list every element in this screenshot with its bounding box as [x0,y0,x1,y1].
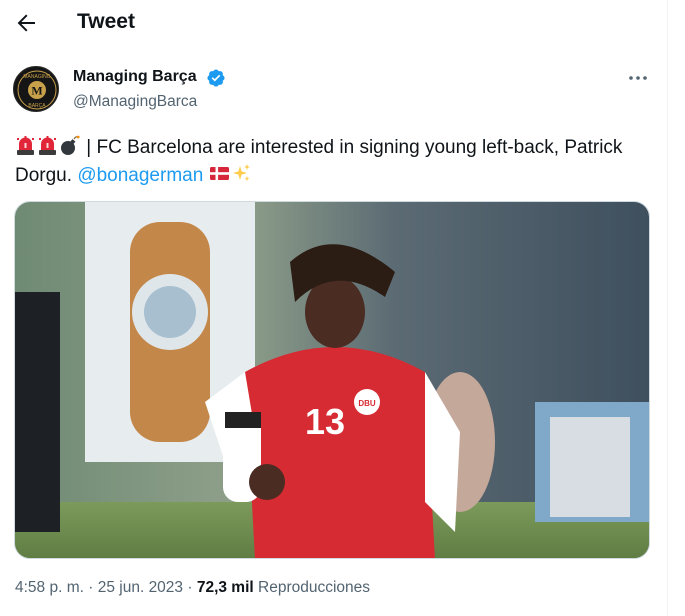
managing-barca-logo-icon: M MANAGING BARÇA [17,70,57,110]
svg-text:DBU: DBU [358,399,376,408]
svg-text:MANAGING: MANAGING [23,74,50,80]
sparkles-icon [232,164,250,182]
page-header: Tweet [0,0,668,46]
column-divider [667,0,668,616]
author-display-name[interactable]: Managing Barça [73,68,197,86]
bomb-icon [61,135,80,155]
tweet-text: | FC Barcelona are interested in signing… [15,134,655,190]
tweet-media-photo[interactable]: 13 DBU [14,201,650,559]
player-photo: 13 DBU [15,202,649,558]
avatar[interactable]: M MANAGING BARÇA [13,66,59,112]
mention-link[interactable]: @bonagerman [77,165,203,186]
tweet-date[interactable]: 25 jun. 2023 [98,579,183,596]
views-label: Reproducciones [258,579,371,596]
views-count: 72,3 mil [196,579,254,596]
verified-badge-icon [207,69,225,87]
svg-text:M: M [31,84,42,98]
page-title: Tweet [77,10,135,33]
denmark-flag-icon [209,167,229,180]
svg-text:BARÇA: BARÇA [28,103,46,109]
tweet-meta: 4:58 p. m. 25 jun. 2023 · 25 jun. 2023 ·… [15,579,371,596]
author-handle[interactable]: @ManagingBarca [73,93,197,111]
more-options-icon[interactable] [626,68,650,88]
svg-text:13: 13 [305,401,345,442]
arrow-left-icon[interactable] [14,11,38,35]
rotating-light-icon [17,136,34,155]
rotating-light-icon [39,136,56,155]
tweet-time[interactable]: 4:58 p. m. [15,579,84,596]
